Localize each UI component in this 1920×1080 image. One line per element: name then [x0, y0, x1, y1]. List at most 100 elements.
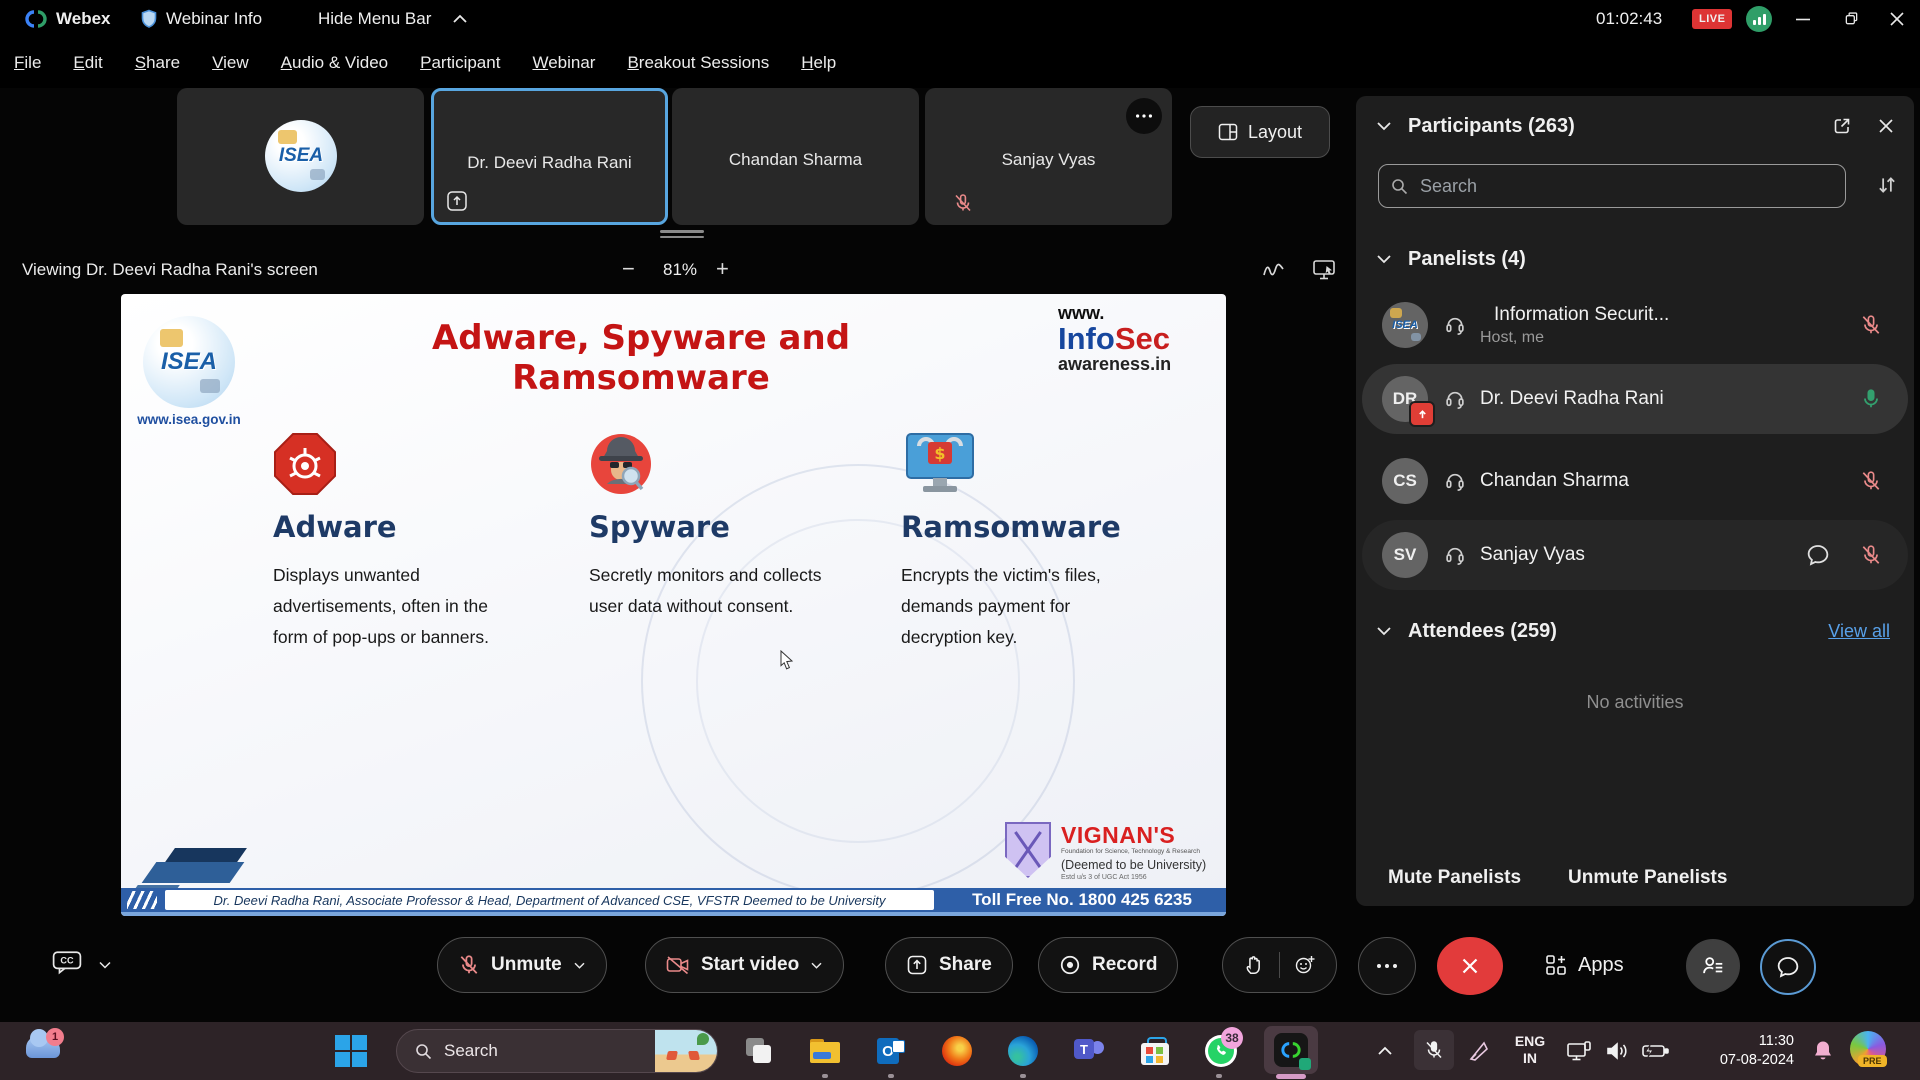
file-explorer-icon[interactable]: [806, 1032, 844, 1070]
mic-muted-icon[interactable]: [1860, 544, 1882, 566]
video-tile-host[interactable]: ISEA: [177, 88, 424, 225]
unmute-button[interactable]: Unmute: [437, 937, 607, 993]
isea-logo: ISEA: [143, 316, 235, 408]
leave-meeting-button[interactable]: [1437, 937, 1503, 995]
menu-webinar[interactable]: Webinar: [532, 53, 595, 73]
close-button[interactable]: [1890, 12, 1904, 26]
adware-column: Adware Displays unwanted advertisements,…: [273, 432, 525, 653]
chat-panel-button[interactable]: [1760, 939, 1816, 995]
menu-view[interactable]: View: [212, 53, 249, 73]
zoom-in-button[interactable]: +: [716, 246, 729, 294]
taskbar-search[interactable]: Search: [396, 1029, 718, 1073]
ramsomware-text: Encrypts the victim's files, demands pay…: [901, 560, 1141, 653]
view-all-link[interactable]: View all: [1828, 621, 1890, 642]
tray-volume-icon[interactable]: [1598, 1032, 1636, 1070]
apps-button[interactable]: Apps: [1545, 937, 1624, 993]
sort-icon[interactable]: [1876, 174, 1898, 196]
chat-icon[interactable]: [1806, 543, 1830, 567]
svg-text:CC: CC: [60, 956, 74, 966]
reactions-icon[interactable]: [1294, 954, 1316, 976]
popout-icon[interactable]: [1832, 116, 1852, 136]
notifications-bell-icon[interactable]: [1804, 1032, 1842, 1070]
panelist-row-chandan[interactable]: CS Chandan Sharma: [1362, 446, 1908, 516]
whatsapp-icon[interactable]: 38: [1202, 1032, 1240, 1070]
firefox-icon[interactable]: [938, 1032, 976, 1070]
menu-help[interactable]: Help: [801, 53, 836, 73]
menu-share[interactable]: Share: [135, 53, 180, 73]
isea-url: www.isea.gov.in: [121, 412, 257, 427]
tray-mic-muted-icon[interactable]: [1414, 1030, 1454, 1070]
start-video-button[interactable]: Start video: [645, 937, 844, 993]
tray-display-icon[interactable]: [1560, 1032, 1598, 1070]
layout-button[interactable]: Layout: [1190, 106, 1330, 158]
chevron-down-icon[interactable]: [1376, 625, 1392, 637]
language-indicator[interactable]: ENGIN: [1506, 1033, 1554, 1067]
webex-taskbar-icon[interactable]: [1264, 1026, 1318, 1074]
edge-icon[interactable]: [1004, 1032, 1042, 1070]
video-tile-deevi[interactable]: Dr. Deevi Radha Rani: [431, 88, 668, 225]
panelist-row-host[interactable]: ISEA Information Securit... Host, me: [1362, 290, 1908, 360]
remote-screen-icon[interactable]: [1312, 258, 1338, 282]
start-button[interactable]: [332, 1032, 370, 1070]
menu-breakout-sessions[interactable]: Breakout Sessions: [627, 53, 769, 73]
taskbar-clock[interactable]: 11:30 07-08-2024: [1688, 1032, 1794, 1070]
participants-search[interactable]: [1378, 164, 1846, 208]
tray-chevron-up-icon[interactable]: [1366, 1032, 1404, 1070]
no-activities-message: No activities: [1356, 692, 1914, 713]
viewing-bar: Viewing Dr. Deevi Radha Rani's screen − …: [0, 246, 1356, 294]
menu-file[interactable]: File: [14, 53, 41, 73]
chevron-down-icon[interactable]: [1376, 120, 1392, 132]
teams-icon[interactable]: T: [1070, 1032, 1108, 1070]
chevron-up-icon[interactable]: [452, 13, 468, 25]
restore-button[interactable]: [1844, 11, 1859, 26]
task-view-icon[interactable]: [740, 1032, 778, 1070]
share-button[interactable]: Share: [885, 937, 1013, 993]
camera-off-icon: [666, 955, 690, 975]
microsoft-store-icon[interactable]: [1136, 1032, 1174, 1070]
mute-panelists-button[interactable]: Mute Panelists: [1388, 858, 1521, 898]
menu-audio-video[interactable]: Audio & Video: [281, 53, 388, 73]
minimize-button[interactable]: [1796, 18, 1810, 21]
panelist-row-deevi[interactable]: DR Dr. Deevi Radha Rani: [1362, 364, 1908, 434]
tile-more-button[interactable]: [1126, 98, 1162, 134]
unmute-panelists-button[interactable]: Unmute Panelists: [1568, 858, 1727, 898]
menu-edit[interactable]: Edit: [73, 53, 102, 73]
cc-chevron-icon[interactable]: [98, 960, 112, 970]
spyware-heading: Spyware: [589, 510, 853, 544]
menu-participant[interactable]: Participant: [420, 53, 500, 73]
mic-muted-icon[interactable]: [1860, 470, 1882, 492]
webinar-info-button[interactable]: Webinar Info: [166, 0, 262, 38]
video-tile-chandan[interactable]: Chandan Sharma: [672, 88, 919, 225]
headset-icon: [1444, 470, 1466, 492]
chevron-down-icon[interactable]: [810, 961, 823, 970]
onedrive-icon[interactable]: 1: [26, 1036, 60, 1058]
chevron-down-icon[interactable]: [573, 961, 586, 970]
video-tile-sanjay[interactable]: Sanjay Vyas: [925, 88, 1172, 225]
filmstrip-drag-handle[interactable]: [660, 230, 704, 238]
app-name: Webex: [56, 0, 111, 38]
close-panel-icon[interactable]: [1878, 118, 1894, 134]
search-input[interactable]: [1418, 175, 1833, 198]
closed-captions-icon[interactable]: CC: [52, 950, 82, 976]
search-highlight-graphic: [655, 1029, 717, 1073]
annotate-icon[interactable]: [1262, 260, 1286, 280]
running-indicator: [822, 1074, 828, 1078]
copilot-icon[interactable]: PRE: [1850, 1031, 1886, 1067]
copilot-pre-badge: PRE: [1858, 1055, 1887, 1067]
mic-active-icon[interactable]: [1860, 388, 1882, 410]
avatar: SV: [1382, 532, 1428, 578]
tray-pen-icon[interactable]: [1460, 1032, 1498, 1070]
mic-muted-icon[interactable]: [1860, 314, 1882, 336]
panelist-row-sanjay[interactable]: SV Sanjay Vyas: [1362, 520, 1908, 590]
zoom-out-button[interactable]: −: [622, 246, 635, 294]
raise-hand-icon[interactable]: [1243, 954, 1265, 976]
connection-quality-icon[interactable]: [1746, 6, 1772, 32]
hide-menu-bar-button[interactable]: Hide Menu Bar: [318, 0, 431, 38]
record-button[interactable]: Record: [1038, 937, 1178, 993]
outlook-icon[interactable]: O: [872, 1032, 910, 1070]
participants-panel-button[interactable]: [1686, 939, 1740, 993]
chevron-down-icon[interactable]: [1376, 253, 1392, 265]
running-indicator: [1216, 1074, 1222, 1078]
tray-battery-icon[interactable]: [1636, 1032, 1674, 1070]
more-options-button[interactable]: [1358, 937, 1416, 995]
